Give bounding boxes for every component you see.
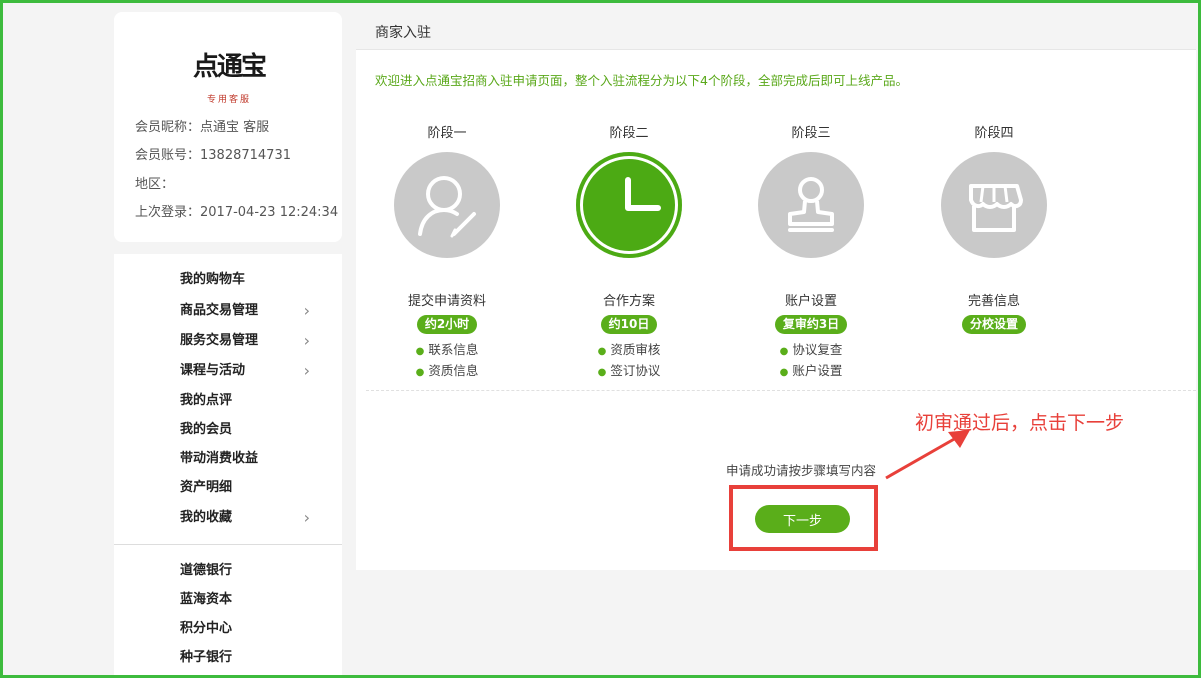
- region-row: 地区：: [135, 173, 174, 192]
- stage-name: 账户设置: [784, 294, 837, 309]
- nav-item-service-trade[interactable]: 服务交易管理 ›: [180, 330, 320, 352]
- bullet-text: 签订协议: [610, 363, 661, 378]
- chevron-right-icon: ›: [303, 331, 310, 350]
- arrow-icon: [885, 430, 970, 480]
- nav-item-goods-trade[interactable]: 商品交易管理 ›: [180, 300, 320, 322]
- chevron-right-icon: ›: [303, 301, 310, 320]
- bullet-dot-icon: ●: [779, 367, 789, 378]
- main-panel: 商家入驻 欢迎进入点通宝招商入驻申请页面，整个入驻流程分为以下4个阶段，全部完成…: [356, 12, 1196, 570]
- nav-item-favorites[interactable]: 我的收藏 ›: [180, 507, 320, 529]
- next-step-button[interactable]: 下一步: [755, 505, 850, 533]
- nav-item-label: 蓝海资本: [180, 592, 233, 607]
- stage-4: 阶段四 完善信息 分校设置: [924, 124, 1064, 334]
- apply-tip: 申请成功请按步骤填写内容: [725, 463, 876, 478]
- bullet-text: 账户设置: [792, 363, 843, 378]
- account-row: 会员账号：13828714731: [135, 144, 291, 163]
- bullet-text: 联系信息: [428, 342, 479, 357]
- logo-main-text: 点通宝: [192, 52, 267, 82]
- nav-item-seed-bank[interactable]: 种子银行: [180, 647, 320, 669]
- brand-logo: 点通宝 专用客服: [186, 42, 272, 114]
- nav-item-cart[interactable]: 我的购物车: [180, 269, 320, 291]
- nav-item-label: 我的会员: [180, 422, 233, 437]
- nav-item-courses[interactable]: 课程与活动 ›: [180, 360, 320, 382]
- stage-duration-badge: 分校设置: [961, 315, 1026, 334]
- last-login-row: 上次登录：2017-04-23 12:24:34: [135, 201, 338, 220]
- stage-duration-badge: 约2小时: [416, 315, 478, 334]
- stage-name: 完善信息: [967, 294, 1020, 309]
- account-label: 会员账号：: [135, 148, 201, 163]
- stage-1: 阶段一 提交申请资料 约2小时 ● 联系信息 ● 资质信息: [377, 124, 517, 382]
- stage-bullets: ● 资质审核 ● 签订协议: [559, 340, 699, 382]
- welcome-text: 欢迎进入点通宝招商入驻申请页面，整个入驻流程分为以下4个阶段，全部完成后即可上线…: [375, 73, 908, 88]
- stage-duration-badge: 约10日: [600, 315, 658, 334]
- bullet-item: ● 签订协议: [559, 361, 699, 382]
- nav-item-label: 种子银行: [180, 650, 233, 665]
- profile-card: 点通宝 专用客服 会员昵称：点通宝 客服 会员账号：13828714731 地区…: [114, 12, 342, 242]
- nav-item-blue-ocean[interactable]: 蓝海资本: [180, 589, 320, 611]
- nav-item-label: 课程与活动: [180, 363, 246, 378]
- nav-item-members[interactable]: 我的会员: [180, 419, 320, 441]
- nav-item-assets[interactable]: 资产明细: [180, 477, 320, 499]
- nav-item-label: 带动消费收益: [180, 451, 259, 466]
- stage-label: 阶段三: [791, 126, 831, 141]
- nav-item-label: 我的购物车: [180, 272, 246, 287]
- nav-item-points[interactable]: 积分中心: [180, 618, 320, 640]
- nav-divider: [114, 544, 342, 545]
- stage-bullets: ● 联系信息 ● 资质信息: [377, 340, 517, 382]
- stage-label: 阶段四: [974, 126, 1014, 141]
- nickname-value: 点通宝 客服: [200, 120, 270, 135]
- bullet-item: ● 联系信息: [377, 340, 517, 361]
- stage-duration-badge: 复审约3日: [774, 315, 848, 334]
- nav-item-label: 资产明细: [180, 480, 233, 495]
- bullet-text: 资质审核: [610, 342, 661, 357]
- bullet-dot-icon: ●: [415, 367, 425, 378]
- stamp-icon: [758, 152, 864, 258]
- bullet-dot-icon: ●: [415, 346, 425, 357]
- clock-icon: [576, 152, 682, 258]
- chevron-right-icon: ›: [303, 508, 310, 527]
- bullet-text: 资质信息: [428, 363, 479, 378]
- nickname-row: 会员昵称：点通宝 客服: [135, 116, 269, 135]
- bullet-item: ● 资质审核: [559, 340, 699, 361]
- nav-item-moral-bank[interactable]: 道德银行: [180, 560, 320, 582]
- user-edit-icon: [394, 152, 500, 258]
- stage-name: 合作方案: [602, 294, 655, 309]
- nav-item-label: 服务交易管理: [180, 333, 259, 348]
- section-divider: [366, 390, 1196, 391]
- store-icon: [941, 152, 1047, 258]
- stage-3: 阶段三 账户设置 复审约3日 ● 协议复查 ● 账户设置: [741, 124, 881, 382]
- bullet-item: ● 协议复查: [741, 340, 881, 361]
- bullet-dot-icon: ●: [597, 346, 607, 357]
- nav-item-label: 积分中心: [180, 621, 233, 636]
- bullet-dot-icon: ●: [779, 346, 789, 357]
- page-title: 商家入驻: [375, 25, 431, 41]
- stage-name: 提交申请资料: [407, 294, 486, 309]
- stage-label: 阶段二: [609, 126, 649, 141]
- bullet-dot-icon: ●: [597, 367, 607, 378]
- region-label: 地区：: [135, 177, 175, 192]
- nav-item-reviews[interactable]: 我的点评: [180, 390, 320, 412]
- nickname-label: 会员昵称：: [135, 120, 201, 135]
- sidebar-nav: 我的购物车 商品交易管理 › 服务交易管理 › 课程与活动 › 我的点评 我的会员 带…: [114, 254, 342, 678]
- last-login-value: 2017-04-23 12:24:34: [200, 205, 339, 220]
- nav-item-label: 商品交易管理: [180, 303, 259, 318]
- stage-2: 阶段二 合作方案 约10日 ● 资质审核 ● 签订协议: [559, 124, 699, 382]
- bullet-item: ● 资质信息: [377, 361, 517, 382]
- nav-item-label: 我的点评: [180, 393, 233, 408]
- nav-item-label: 道德银行: [180, 563, 233, 578]
- account-value: 13828714731: [200, 148, 291, 163]
- stage-bullets: ● 协议复查 ● 账户设置: [741, 340, 881, 382]
- stage-label: 阶段一: [427, 126, 467, 141]
- main-header: 商家入驻: [356, 12, 1196, 50]
- nav-item-consumption-income[interactable]: 带动消费收益: [180, 448, 320, 470]
- chevron-right-icon: ›: [303, 361, 310, 380]
- bullet-text: 协议复查: [792, 342, 843, 357]
- bullet-item: ● 账户设置: [741, 361, 881, 382]
- nav-item-label: 我的收藏: [180, 510, 233, 525]
- logo-sub-text: 专用客服: [206, 95, 251, 105]
- last-login-label: 上次登录：: [135, 205, 201, 220]
